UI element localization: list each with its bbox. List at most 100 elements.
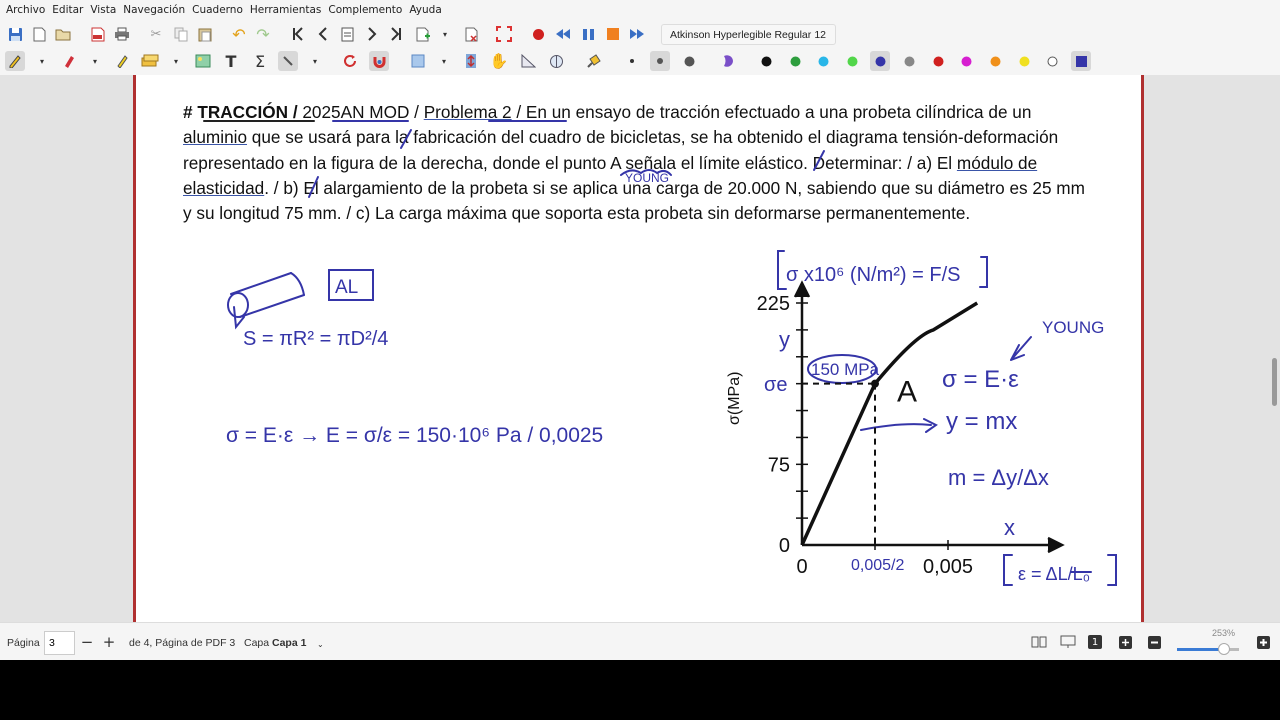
pause-icon[interactable] <box>578 24 598 44</box>
insert-page-icon[interactable] <box>413 24 433 44</box>
page-number-input[interactable]: 3 <box>44 631 75 655</box>
menu-complemento[interactable]: Complemento <box>325 0 405 21</box>
fast-forward-icon[interactable] <box>627 24 647 44</box>
ruler-dropdown-icon[interactable]: ▾ <box>310 51 320 71</box>
color-yellow-icon[interactable] <box>1014 51 1034 71</box>
y-tick-label: 75 <box>768 454 790 476</box>
pdf-page[interactable]: # TRACCIÓN / 2025AN MOD / Problema 2 / E… <box>133 75 1144 622</box>
goto-page-icon[interactable] <box>337 24 357 44</box>
triangle-ruler-icon[interactable] <box>518 51 538 71</box>
zoom-out-icon[interactable] <box>1145 633 1163 651</box>
stop-icon[interactable] <box>603 24 623 44</box>
dot-size-fine-icon[interactable] <box>622 51 642 71</box>
color-black-icon[interactable] <box>756 51 776 71</box>
paste-icon[interactable] <box>195 24 215 44</box>
layer-label: Capa <box>244 637 270 649</box>
y-axis-label: σ(MPa) <box>726 372 743 425</box>
fullscreen-icon[interactable] <box>494 24 514 44</box>
color-gray-icon[interactable] <box>899 51 919 71</box>
save-icon[interactable] <box>5 24 25 44</box>
record-icon[interactable] <box>528 24 548 44</box>
eraser-dropdown-icon[interactable]: ▾ <box>90 51 100 71</box>
shape-dropdown-icon[interactable]: ▾ <box>439 51 449 71</box>
pen-dropdown-icon[interactable]: ▾ <box>37 51 47 71</box>
menu-bar: Archivo Editar Vista Navegación Cuaderno… <box>0 0 1280 21</box>
go-next-icon[interactable] <box>362 24 382 44</box>
presentation-view-icon[interactable] <box>1059 633 1077 651</box>
copy-icon[interactable] <box>171 24 191 44</box>
stress-strain-chart: 225 75 00 0,005 A σ(MPa) <box>726 280 1065 578</box>
pen-icon[interactable] <box>5 51 25 71</box>
color-magenta-icon[interactable] <box>956 51 976 71</box>
point-a-label: A <box>897 376 917 409</box>
rotate-icon[interactable] <box>340 51 360 71</box>
fill-icon[interactable] <box>584 51 604 71</box>
color-light-green-icon[interactable] <box>842 51 862 71</box>
export-pdf-icon[interactable] <box>88 24 108 44</box>
insert-page-dropdown-icon[interactable]: ▾ <box>440 24 450 44</box>
current-color-icon[interactable] <box>1071 51 1091 71</box>
delete-page-icon[interactable] <box>462 24 482 44</box>
compass-icon[interactable] <box>546 51 566 71</box>
zoom-in-icon[interactable] <box>1254 633 1272 651</box>
text-icon[interactable]: T <box>221 51 241 71</box>
menu-editar[interactable]: Editar <box>49 0 86 21</box>
color-light-blue-icon[interactable] <box>813 51 833 71</box>
vertical-space-icon[interactable] <box>461 51 481 71</box>
page-increment-button[interactable]: + <box>100 633 118 651</box>
cut-icon[interactable]: ✂ <box>146 24 166 44</box>
zoom-slider-handle[interactable] <box>1218 643 1230 655</box>
eraser-icon[interactable] <box>59 51 79 71</box>
point-a-marker <box>871 379 879 388</box>
new-page-icon[interactable] <box>29 24 49 44</box>
print-icon[interactable] <box>112 24 132 44</box>
shape-icon[interactable] <box>408 51 428 71</box>
undo-icon[interactable]: ↶ <box>229 24 249 44</box>
go-first-icon[interactable] <box>288 24 308 44</box>
menu-herramientas[interactable]: Herramientas <box>247 0 325 21</box>
color-white-icon[interactable] <box>1042 51 1062 71</box>
menu-archivo[interactable]: Archivo <box>3 0 48 21</box>
select-region-icon[interactable] <box>140 51 160 71</box>
redo-icon[interactable]: ↷ <box>253 24 273 44</box>
y-tick-label: 0 <box>779 535 790 557</box>
hand-icon[interactable]: ✋ <box>489 51 509 71</box>
chart-series-1 <box>873 301 979 385</box>
color-orange-icon[interactable] <box>985 51 1005 71</box>
dot-size-thick-icon[interactable] <box>679 51 699 71</box>
highlighter-icon[interactable] <box>112 51 132 71</box>
screen-bottom-border <box>0 660 1280 720</box>
image-icon[interactable] <box>193 51 213 71</box>
zoom-100-icon[interactable]: 1 <box>1088 635 1102 649</box>
page-of-label: de 4, Página de PDF 3 <box>129 637 236 649</box>
color-blue-icon[interactable] <box>870 51 890 71</box>
page-decrement-button[interactable]: − <box>78 633 96 651</box>
vertical-scrollbar[interactable] <box>1272 358 1277 406</box>
zoom-percentage: 253% <box>1212 628 1236 638</box>
tex-icon[interactable]: Σ <box>250 51 270 71</box>
color-green-icon[interactable] <box>785 51 805 71</box>
zoom-fit-icon[interactable] <box>1116 633 1134 651</box>
document-workspace[interactable]: # TRACCIÓN / 2025AN MOD / Problema 2 / E… <box>0 75 1280 622</box>
dot-size-medium-icon[interactable] <box>650 51 670 71</box>
layer-dropdown-icon[interactable]: ⌄ <box>317 640 324 649</box>
x-tick-label: 0,005 <box>923 556 973 578</box>
menu-cuaderno[interactable]: Cuaderno <box>189 0 246 21</box>
tools-toolbar: ▾ ▾ ▾ T Σ ▾ ▾ ✋ <box>0 48 1280 75</box>
two-page-view-icon[interactable] <box>1030 633 1048 651</box>
menu-vista[interactable]: Vista <box>87 0 119 21</box>
y-tick-label: 225 <box>757 293 790 315</box>
go-back-icon[interactable] <box>313 24 333 44</box>
ruler-icon[interactable] <box>278 51 298 71</box>
menu-navegacion[interactable]: Navegación <box>120 0 188 21</box>
pen-fill-icon[interactable] <box>718 51 738 71</box>
open-folder-icon[interactable] <box>53 24 73 44</box>
magnet-icon[interactable] <box>369 51 389 71</box>
font-selector[interactable]: Atkinson Hyperlegible Regular 12 <box>661 24 836 45</box>
go-last-icon[interactable] <box>386 24 406 44</box>
color-red-icon[interactable] <box>928 51 948 71</box>
select-dropdown-icon[interactable]: ▾ <box>171 51 181 71</box>
menu-ayuda[interactable]: Ayuda <box>406 0 444 21</box>
layer-select[interactable]: Capa 1 <box>272 637 306 649</box>
rewind-icon[interactable] <box>553 24 573 44</box>
